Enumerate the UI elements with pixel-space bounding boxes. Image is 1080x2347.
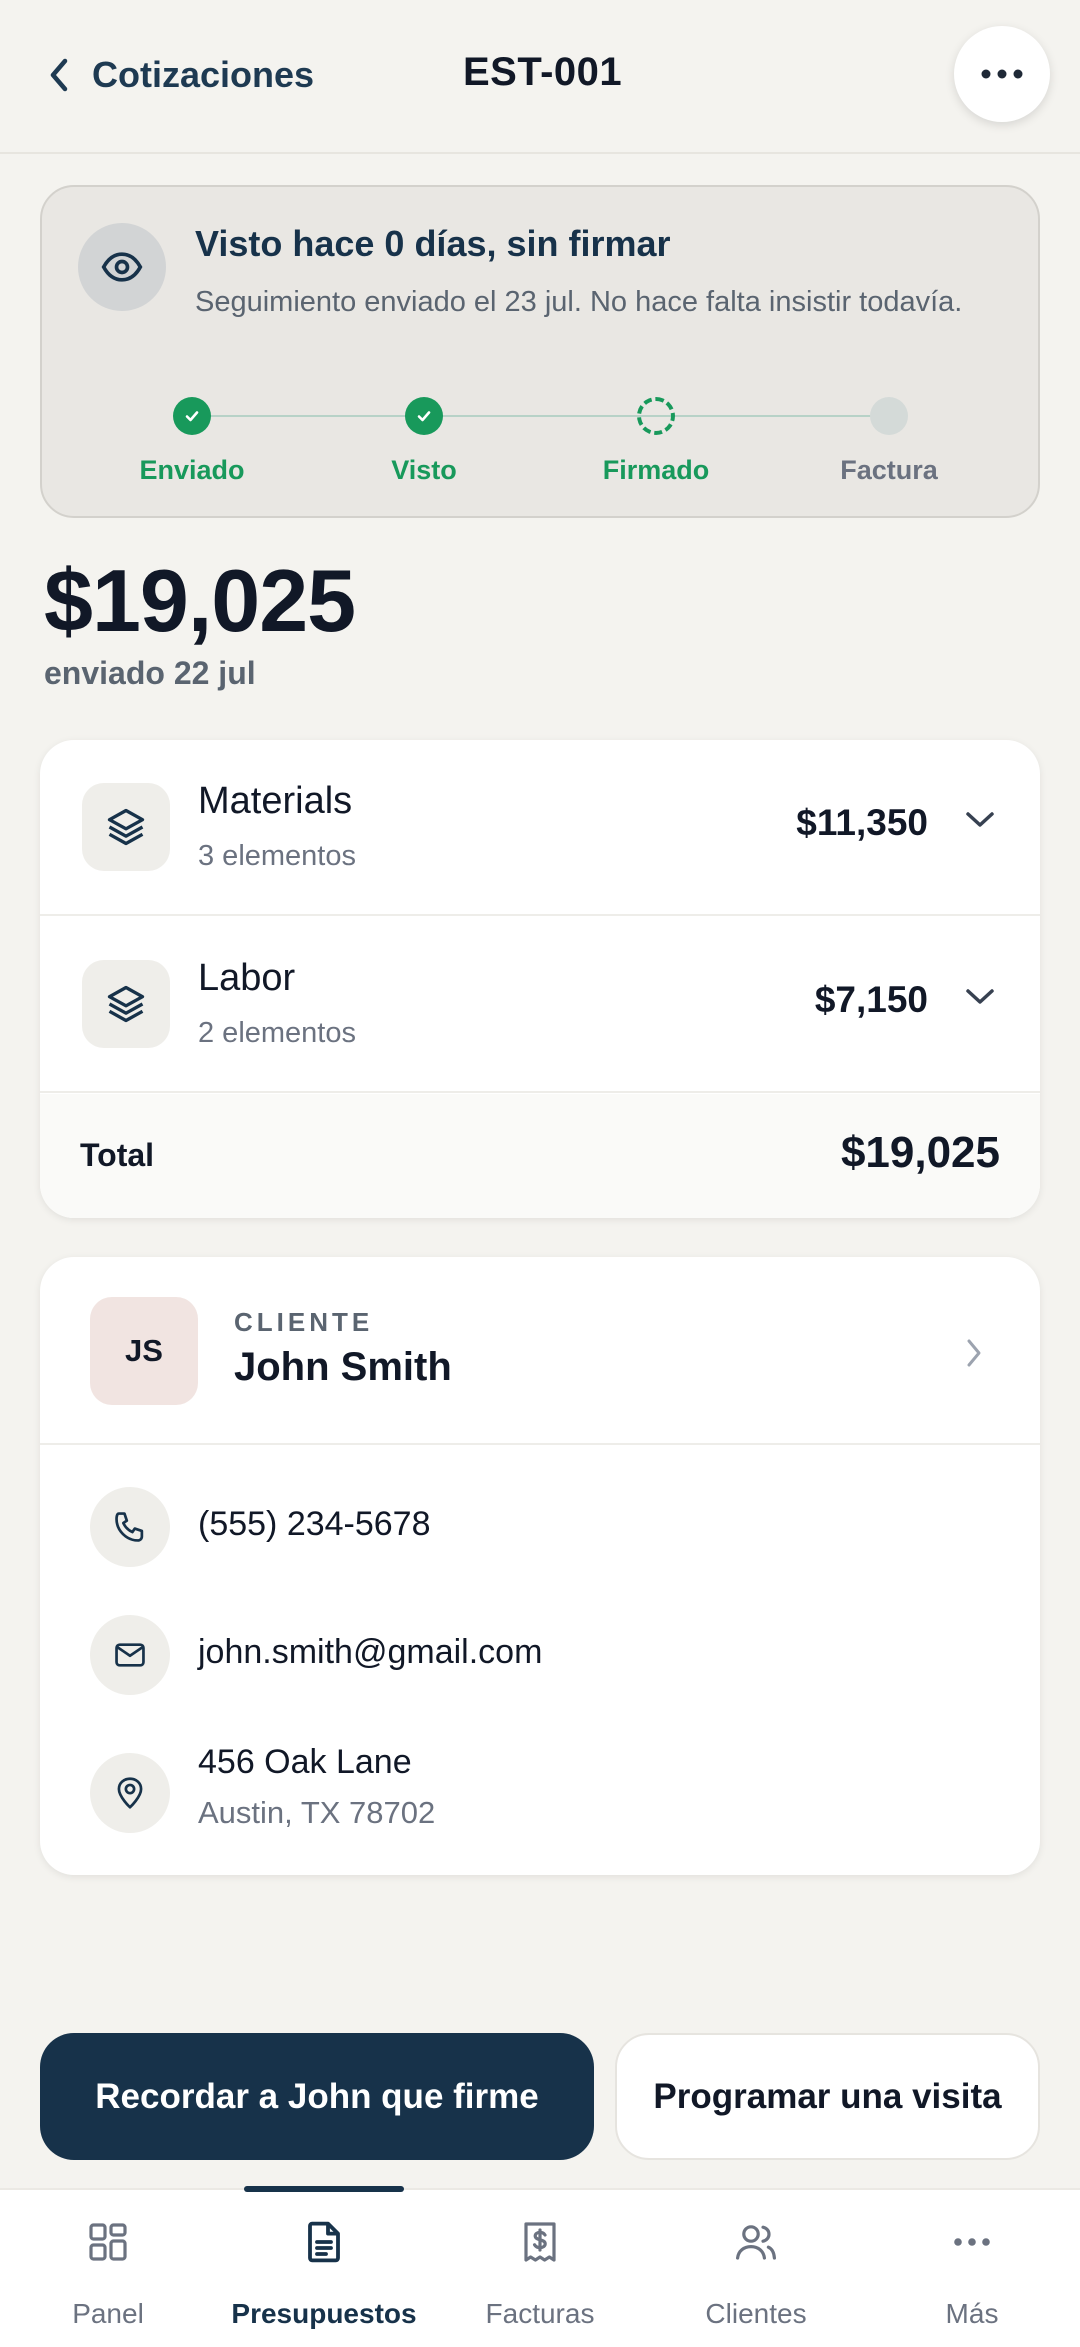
nav-panel[interactable]: Panel <box>0 2190 216 2347</box>
page-title: EST-001 <box>463 50 623 94</box>
chevron-left-icon <box>48 57 70 93</box>
eye-icon <box>78 223 166 311</box>
step-label-factura: Factura <box>840 455 938 485</box>
email-address: john.smith@gmail.com <box>198 1633 543 1671</box>
client-kicker: CLIENTE <box>234 1307 374 1337</box>
line-item-price: $7,150 <box>814 979 928 1020</box>
invoice-icon <box>516 2218 564 2266</box>
remind-to-sign-button[interactable]: Recordar a John que firme <box>40 2033 594 2160</box>
progress-line <box>192 415 892 417</box>
bottom-navigation: Panel Presupuestos Facturas Clientes Más <box>0 2186 1080 2347</box>
nav-mas[interactable]: Más <box>864 2190 1080 2347</box>
step-enviado-check-icon <box>173 397 211 435</box>
step-label-firmado: Firmado <box>602 455 710 485</box>
nav-presupuestos[interactable]: Presupuestos <box>216 2190 432 2347</box>
chevron-down-icon[interactable] <box>964 810 996 830</box>
phone-icon <box>90 1487 170 1567</box>
estimate-amount: $19,025 <box>44 551 356 650</box>
avatar: JS <box>90 1297 198 1405</box>
status-description: Seguimiento enviado el 23 jul. No hace f… <box>195 286 963 318</box>
nav-facturas[interactable]: Facturas <box>432 2190 648 2347</box>
contact-address[interactable]: 456 Oak Lane Austin, TX 78702 <box>40 1743 1040 1853</box>
top-app-bar: Cotizaciones EST-001 <box>0 0 1080 154</box>
client-header[interactable]: JS CLIENTE John Smith <box>40 1257 1040 1445</box>
line-item-name: Materials <box>198 780 353 822</box>
layers-icon <box>82 960 170 1048</box>
back-button[interactable]: Cotizaciones <box>48 52 314 98</box>
document-icon <box>300 2218 348 2266</box>
grid-icon <box>84 2218 132 2266</box>
total-value: $19,025 <box>840 1128 1000 1177</box>
nav-label: Presupuestos <box>231 2298 417 2329</box>
more-icon <box>948 2218 996 2266</box>
more-options-button[interactable] <box>954 26 1050 122</box>
line-item-name: Labor <box>198 957 296 999</box>
line-item-count: 3 elementos <box>198 840 356 872</box>
step-factura-dot <box>870 397 908 435</box>
action-bar: Recordar a John que firme Programar una … <box>0 2003 1080 2188</box>
client-name: John Smith <box>234 1345 452 1389</box>
contact-email[interactable]: john.smith@gmail.com <box>40 1615 1040 1695</box>
address-line-2: Austin, TX 78702 <box>198 1795 436 1830</box>
address-line-1: 456 Oak Lane <box>198 1743 412 1781</box>
schedule-visit-button[interactable]: Programar una visita <box>615 2033 1040 2160</box>
mail-icon <box>90 1615 170 1695</box>
nav-label: Clientes <box>705 2298 807 2329</box>
back-label: Cotizaciones <box>92 54 315 95</box>
step-firmado-pending-icon <box>637 397 675 435</box>
step-label-visto: Visto <box>391 455 457 485</box>
client-card: JS CLIENTE John Smith (555) 234-5678 joh… <box>40 1257 1040 1875</box>
layers-icon <box>82 783 170 871</box>
nav-clientes[interactable]: Clientes <box>648 2190 864 2347</box>
line-item-price: $11,350 <box>796 802 928 843</box>
contact-phone[interactable]: (555) 234-5678 <box>40 1487 1040 1567</box>
progress-tracker: Enviado Visto Firmado Factura <box>42 397 1042 507</box>
users-icon <box>732 2218 780 2266</box>
status-card: Visto hace 0 días, sin firmar Seguimient… <box>40 185 1040 518</box>
total-row: Total $19,025 <box>40 1094 1040 1218</box>
sent-date: enviado 22 jul <box>44 655 256 691</box>
chevron-down-icon[interactable] <box>964 987 996 1007</box>
nav-label: Más <box>945 2298 999 2329</box>
line-item-materials[interactable]: Materials 3 elementos $11,350 <box>40 740 1040 916</box>
nav-label: Panel <box>72 2298 144 2329</box>
line-item-labor[interactable]: Labor 2 elementos $7,150 <box>40 917 1040 1093</box>
line-items-card: Materials 3 elementos $11,350 Labor 2 el… <box>40 740 1040 1218</box>
status-title: Visto hace 0 días, sin firmar <box>195 223 671 264</box>
nav-label: Facturas <box>485 2298 595 2329</box>
total-label: Total <box>80 1137 155 1173</box>
chevron-right-icon <box>964 1337 984 1369</box>
location-pin-icon <box>90 1753 170 1833</box>
line-item-count: 2 elementos <box>198 1017 356 1049</box>
step-visto-check-icon <box>405 397 443 435</box>
step-label-enviado: Enviado <box>139 455 245 485</box>
ellipsis-icon <box>980 69 1024 79</box>
phone-number: (555) 234-5678 <box>198 1505 431 1543</box>
